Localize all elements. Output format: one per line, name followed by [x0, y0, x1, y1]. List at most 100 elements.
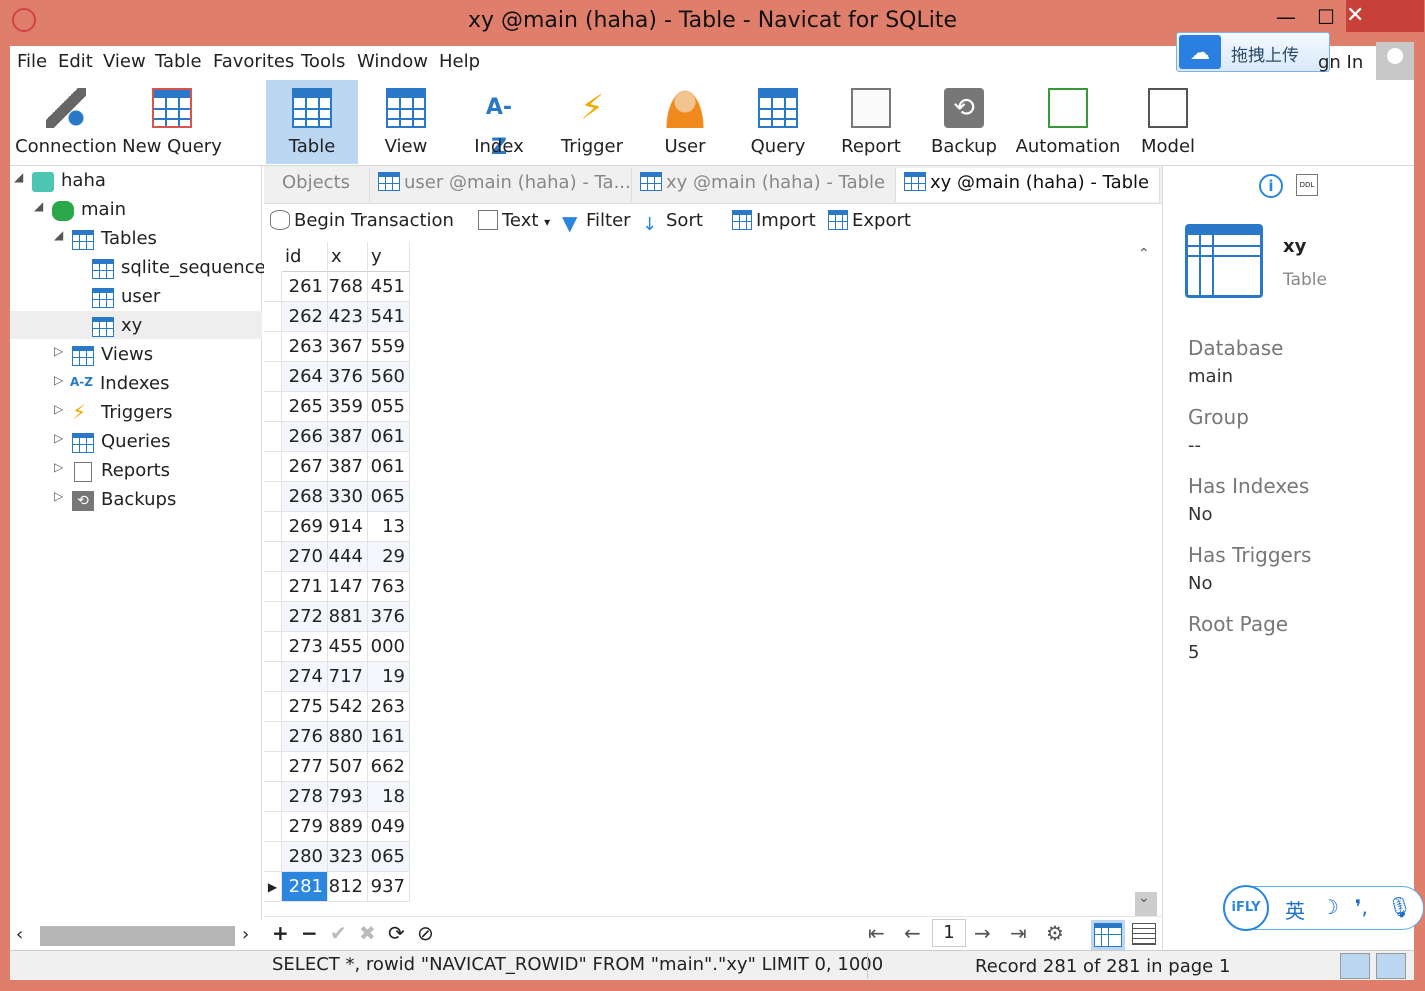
- tree-node-queries[interactable]: ▷ Queries: [54, 429, 254, 458]
- grid-cell-id[interactable]: 280: [282, 842, 328, 872]
- row-header[interactable]: [264, 542, 282, 572]
- grid-cell-y[interactable]: 055: [368, 392, 410, 422]
- tree-node-reports[interactable]: ▷ Reports: [54, 458, 254, 487]
- row-header[interactable]: [264, 512, 282, 542]
- page-number-input[interactable]: 1: [932, 919, 966, 947]
- column-header-y[interactable]: y: [368, 242, 410, 272]
- row-header[interactable]: [264, 662, 282, 692]
- grid-cell-id[interactable]: 273: [282, 632, 328, 662]
- grid-cell-y[interactable]: 763: [368, 572, 410, 602]
- new-query-button[interactable]: New Query: [122, 80, 222, 164]
- avatar[interactable]: [1376, 42, 1414, 80]
- grid-cell-id[interactable]: 272: [282, 602, 328, 632]
- scroll-right-icon[interactable]: ›: [242, 924, 249, 945]
- grid-cell-y[interactable]: 065: [368, 482, 410, 512]
- model-button[interactable]: Model: [1126, 80, 1210, 164]
- grid-cell-y[interactable]: 049: [368, 812, 410, 842]
- grid-cell-x[interactable]: 793: [328, 782, 368, 812]
- export-button[interactable]: Export: [828, 210, 911, 231]
- grid-cell-id[interactable]: 271: [282, 572, 328, 602]
- tree-node-indexes[interactable]: ▷ A-Z Indexes: [54, 371, 254, 400]
- grid-cell-x[interactable]: 717: [328, 662, 368, 692]
- collapsed-arrow-icon[interactable]: ▷: [54, 431, 63, 445]
- grid-cell-x[interactable]: 812: [328, 872, 368, 902]
- grid-cell-y[interactable]: 263: [368, 692, 410, 722]
- close-button[interactable]: ✕: [1346, 0, 1424, 32]
- menu-file[interactable]: File: [17, 51, 47, 72]
- grid-cell-id[interactable]: 274: [282, 662, 328, 692]
- grid-cell-id[interactable]: 276: [282, 722, 328, 752]
- grid-cell-y[interactable]: 559: [368, 332, 410, 362]
- drag-upload-button[interactable]: ☁ 拖拽上传: [1176, 32, 1330, 72]
- table-row[interactable]: 261 768 451: [264, 272, 410, 302]
- discard-changes-button[interactable]: ✖: [359, 921, 376, 945]
- grid-cell-x[interactable]: 542: [328, 692, 368, 722]
- grid-cell-id[interactable]: 279: [282, 812, 328, 842]
- table-row[interactable]: 270 444 29: [264, 542, 410, 572]
- grid-cell-x[interactable]: 455: [328, 632, 368, 662]
- grid-cell-y[interactable]: 560: [368, 362, 410, 392]
- sign-in-link[interactable]: gn In: [1318, 52, 1363, 73]
- scroll-down-icon[interactable]: ⌄: [1138, 890, 1150, 906]
- grid-cell-id[interactable]: 262: [282, 302, 328, 332]
- report-button[interactable]: Report: [825, 80, 917, 164]
- stop-button[interactable]: ⊘: [417, 921, 434, 945]
- grid-vertical-scrollbar[interactable]: ⌃ ⌄: [1134, 242, 1158, 934]
- table-row[interactable]: 264 376 560: [264, 362, 410, 392]
- grid-cell-x[interactable]: 387: [328, 452, 368, 482]
- expand-arrow-icon[interactable]: ◢: [14, 170, 23, 184]
- row-header[interactable]: [264, 272, 282, 302]
- row-header[interactable]: [264, 482, 282, 512]
- table-row[interactable]: 271 147 763: [264, 572, 410, 602]
- menu-help[interactable]: Help: [439, 51, 480, 72]
- column-header-x[interactable]: x: [328, 242, 368, 272]
- grid-cell-id[interactable]: 278: [282, 782, 328, 812]
- row-header[interactable]: [264, 422, 282, 452]
- nav-horizontal-scrollbar[interactable]: ‹ ›: [10, 922, 262, 948]
- table-row[interactable]: 275 542 263: [264, 692, 410, 722]
- ifly-logo[interactable]: iFLY: [1223, 885, 1269, 931]
- table-row[interactable]: 274 717 19: [264, 662, 410, 692]
- row-header[interactable]: ▶: [264, 872, 282, 902]
- last-page-button[interactable]: ⇥: [1010, 921, 1027, 945]
- tree-item-table[interactable]: sqlite_sequence: [74, 255, 266, 284]
- menu-table[interactable]: Table: [155, 51, 202, 72]
- menu-favorites[interactable]: Favorites: [213, 51, 294, 72]
- row-header[interactable]: [264, 632, 282, 662]
- grid-cell-x[interactable]: 323: [328, 842, 368, 872]
- query-button[interactable]: Query: [732, 80, 824, 164]
- backup-button[interactable]: ⟲ Backup: [918, 80, 1010, 164]
- grid-cell-x[interactable]: 507: [328, 752, 368, 782]
- tab-objects[interactable]: Objects: [274, 168, 370, 202]
- menu-view[interactable]: View: [103, 51, 146, 72]
- table-button[interactable]: Table: [266, 80, 358, 164]
- grid-cell-id[interactable]: 264: [282, 362, 328, 392]
- table-row[interactable]: 267 387 061: [264, 452, 410, 482]
- ddl-icon[interactable]: DDL: [1296, 174, 1318, 196]
- grid-cell-id[interactable]: 281: [282, 872, 328, 902]
- tree-node-database[interactable]: ◢ main: [34, 197, 254, 226]
- row-header[interactable]: [264, 452, 282, 482]
- table-row[interactable]: 276 880 161: [264, 722, 410, 752]
- tab-user-table[interactable]: user @main (haha) - Ta...: [370, 168, 632, 202]
- grid-cell-x[interactable]: 147: [328, 572, 368, 602]
- tab-xy-table-active[interactable]: xy @main (haha) - Table: [896, 168, 1160, 202]
- row-header[interactable]: [264, 572, 282, 602]
- grid-cell-x[interactable]: 367: [328, 332, 368, 362]
- trigger-button[interactable]: ⚡ Trigger: [546, 80, 638, 164]
- import-button[interactable]: Import: [732, 210, 816, 231]
- grid-cell-id[interactable]: 275: [282, 692, 328, 722]
- prev-page-button[interactable]: ←: [904, 921, 921, 945]
- grid-cell-id[interactable]: 277: [282, 752, 328, 782]
- grid-cell-id[interactable]: 266: [282, 422, 328, 452]
- grid-cell-y[interactable]: 19: [368, 662, 410, 692]
- row-header[interactable]: [264, 782, 282, 812]
- maximize-button[interactable]: ☐: [1304, 4, 1348, 32]
- tree-node-triggers[interactable]: ▷ ⚡ Triggers: [54, 400, 254, 429]
- grid-cell-y[interactable]: 061: [368, 452, 410, 482]
- grid-cell-y[interactable]: 065: [368, 842, 410, 872]
- grid-cell-y[interactable]: 061: [368, 422, 410, 452]
- row-header[interactable]: [264, 722, 282, 752]
- sort-button[interactable]: ↓ Sort: [642, 210, 703, 235]
- row-header[interactable]: [264, 842, 282, 872]
